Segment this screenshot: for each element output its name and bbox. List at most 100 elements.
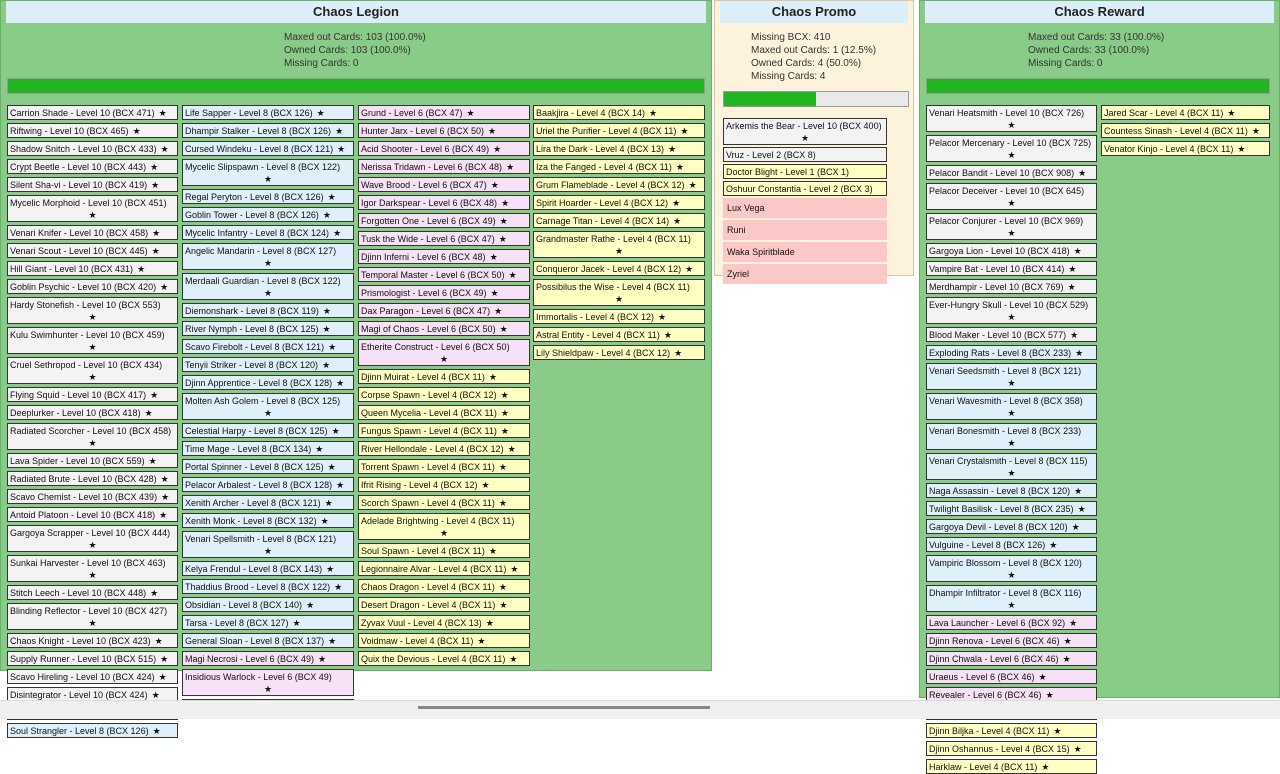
card-item[interactable]: General Sloan - Level 8 (BCX 137) ★ (182, 633, 354, 648)
card-item[interactable]: Venari Knifer - Level 10 (BCX 458) ★ (7, 225, 178, 240)
card-item[interactable]: Grum Flameblade - Level 4 (BCX 12) ★ (533, 177, 705, 192)
card-item[interactable]: Vruz - Level 2 (BCX 8) (723, 147, 887, 162)
card-item[interactable]: Uriel the Purifier - Level 4 (BCX 11) ★ (533, 123, 705, 138)
card-item[interactable]: Dax Paragon - Level 6 (BCX 47) ★ (358, 303, 530, 318)
card-item[interactable]: Corpse Spawn - Level 4 (BCX 12) ★ (358, 387, 530, 402)
card-item[interactable]: Venari Wavesmith - Level 8 (BCX 358) ★ (926, 393, 1097, 420)
card-item[interactable]: Merdaali Guardian - Level 8 (BCX 122) ★ (182, 273, 354, 300)
card-item[interactable]: Flying Squid - Level 10 (BCX 417) ★ (7, 387, 178, 402)
card-item[interactable]: Lira the Dark - Level 4 (BCX 13) ★ (533, 141, 705, 156)
card-item[interactable]: Magi Necrosi - Level 6 (BCX 49) ★ (182, 651, 354, 666)
card-item[interactable]: Hunter Jarx - Level 6 (BCX 50) ★ (358, 123, 530, 138)
card-item[interactable]: Angelic Mandarin - Level 8 (BCX 127) ★ (182, 243, 354, 270)
card-item[interactable]: Arkemis the Bear - Level 10 (BCX 400) ★ (723, 118, 887, 145)
card-item[interactable]: Uraeus - Level 6 (BCX 46) ★ (926, 669, 1097, 684)
card-item[interactable]: Quix the Devious - Level 4 (BCX 11) ★ (358, 651, 530, 666)
horizontal-scrollbar[interactable] (0, 700, 1280, 719)
card-item[interactable]: Djinn Biljka - Level 4 (BCX 11) ★ (926, 723, 1097, 738)
card-item[interactable]: Celestial Harpy - Level 8 (BCX 125) ★ (182, 423, 354, 438)
card-item[interactable]: Dhampir Stalker - Level 8 (BCX 126) ★ (182, 123, 354, 138)
card-item[interactable]: Tusk the Wide - Level 6 (BCX 47) ★ (358, 231, 530, 246)
card-item[interactable]: Forgotten One - Level 6 (BCX 49) ★ (358, 213, 530, 228)
card-item[interactable]: Mycelic Infantry - Level 8 (BCX 124) ★ (182, 225, 354, 240)
card-item[interactable]: Radiated Brute - Level 10 (BCX 428) ★ (7, 471, 178, 486)
card-item[interactable]: Djinn Muirat - Level 4 (BCX 11) ★ (358, 369, 530, 384)
card-item[interactable]: Acid Shooter - Level 6 (BCX 49) ★ (358, 141, 530, 156)
card-item[interactable]: Pelacor Arbalest - Level 8 (BCX 128) ★ (182, 477, 354, 492)
card-item[interactable]: Astral Entity - Level 4 (BCX 11) ★ (533, 327, 705, 342)
card-item[interactable]: Scavo Hireling - Level 10 (BCX 424) ★ (7, 669, 178, 684)
card-item[interactable]: Naga Assassin - Level 8 (BCX 120) ★ (926, 483, 1097, 498)
card-item[interactable]: Etherite Construct - Level 6 (BCX 50) ★ (358, 339, 530, 366)
card-item[interactable]: Scavo Chemist - Level 10 (BCX 439) ★ (7, 489, 178, 504)
card-item[interactable]: Scavo Firebolt - Level 8 (BCX 121) ★ (182, 339, 354, 354)
card-item[interactable]: Pelacor Bandit - Level 10 (BCX 908) ★ (926, 165, 1097, 180)
card-item[interactable]: Goblin Psychic - Level 10 (BCX 420) ★ (7, 279, 178, 294)
card-item[interactable]: Tarsa - Level 8 (BCX 127) ★ (182, 615, 354, 630)
card-item[interactable]: Djinn Apprentice - Level 8 (BCX 128) ★ (182, 375, 354, 390)
missing-card-item[interactable]: Runi (723, 220, 887, 240)
card-item[interactable]: Ever-Hungry Skull - Level 10 (BCX 529) ★ (926, 297, 1097, 324)
card-item[interactable]: Spirit Hoarder - Level 4 (BCX 12) ★ (533, 195, 705, 210)
card-item[interactable]: Djinn Oshannus - Level 4 (BCX 15) ★ (926, 741, 1097, 756)
card-item[interactable]: River Nymph - Level 8 (BCX 125) ★ (182, 321, 354, 336)
card-item[interactable]: Temporal Master - Level 6 (BCX 50) ★ (358, 267, 530, 282)
card-item[interactable]: Gargoya Scrapper - Level 10 (BCX 444) ★ (7, 525, 178, 552)
card-item[interactable]: Djinn Chwala - Level 6 (BCX 46) ★ (926, 651, 1097, 666)
card-item[interactable]: Soul Strangler - Level 8 (BCX 126) ★ (7, 723, 178, 738)
card-item[interactable]: Pelacor Mercenary - Level 10 (BCX 725) ★ (926, 135, 1097, 162)
card-item[interactable]: Gargoya Lion - Level 10 (BCX 418) ★ (926, 243, 1097, 258)
card-item[interactable]: Blood Maker - Level 10 (BCX 577) ★ (926, 327, 1097, 342)
card-item[interactable]: Shadow Snitch - Level 10 (BCX 433) ★ (7, 141, 178, 156)
card-item[interactable]: Djinn Renova - Level 6 (BCX 46) ★ (926, 633, 1097, 648)
card-item[interactable]: Supply Runner - Level 10 (BCX 515) ★ (7, 651, 178, 666)
card-item[interactable]: Venari Crystalsmith - Level 8 (BCX 115) ★ (926, 453, 1097, 480)
card-item[interactable]: Queen Mycelia - Level 4 (BCX 11) ★ (358, 405, 530, 420)
card-item[interactable]: Regal Peryton - Level 8 (BCX 126) ★ (182, 189, 354, 204)
card-item[interactable]: Zyvax Vuul - Level 4 (BCX 13) ★ (358, 615, 530, 630)
card-item[interactable]: Jared Scar - Level 4 (BCX 11) ★ (1101, 105, 1270, 120)
card-item[interactable]: Vampire Bat - Level 10 (BCX 414) ★ (926, 261, 1097, 276)
card-item[interactable]: Life Sapper - Level 8 (BCX 126) ★ (182, 105, 354, 120)
card-item[interactable]: Lava Spider - Level 10 (BCX 559) ★ (7, 453, 178, 468)
card-item[interactable]: Pelacor Deceiver - Level 10 (BCX 645) ★ (926, 183, 1097, 210)
card-item[interactable]: Sunkai Harvester - Level 10 (BCX 463) ★ (7, 555, 178, 582)
card-item[interactable]: Obsidian - Level 8 (BCX 140) ★ (182, 597, 354, 612)
card-item[interactable]: Vulguine - Level 8 (BCX 126) ★ (926, 537, 1097, 552)
card-item[interactable]: Immortalis - Level 4 (BCX 12) ★ (533, 309, 705, 324)
card-item[interactable]: Baakjira - Level 4 (BCX 14) ★ (533, 105, 705, 120)
card-item[interactable]: Igor Darkspear - Level 6 (BCX 48) ★ (358, 195, 530, 210)
card-item[interactable]: Mycelic Slipspawn - Level 8 (BCX 122) ★ (182, 159, 354, 186)
card-item[interactable]: Scorch Spawn - Level 4 (BCX 11) ★ (358, 495, 530, 510)
card-item[interactable]: Venari Scout - Level 10 (BCX 445) ★ (7, 243, 178, 258)
card-item[interactable]: Xenith Archer - Level 8 (BCX 121) ★ (182, 495, 354, 510)
card-item[interactable]: Legionnaire Alvar - Level 4 (BCX 11) ★ (358, 561, 530, 576)
card-item[interactable]: Nerissa Tridawn - Level 6 (BCX 48) ★ (358, 159, 530, 174)
card-item[interactable]: Radiated Scorcher - Level 10 (BCX 458) ★ (7, 423, 178, 450)
card-item[interactable]: Insidious Warlock - Level 6 (BCX 49) ★ (182, 669, 354, 696)
card-item[interactable]: Stitch Leech - Level 10 (BCX 448) ★ (7, 585, 178, 600)
card-item[interactable]: Time Mage - Level 8 (BCX 134) ★ (182, 441, 354, 456)
card-item[interactable]: Merdhampir - Level 10 (BCX 769) ★ (926, 279, 1097, 294)
card-item[interactable]: Venari Spellsmith - Level 8 (BCX 121) ★ (182, 531, 354, 558)
card-item[interactable]: Countess Sinash - Level 4 (BCX 11) ★ (1101, 123, 1270, 138)
card-item[interactable]: River Hellondale - Level 4 (BCX 12) ★ (358, 441, 530, 456)
card-item[interactable]: Voidmaw - Level 4 (BCX 11) ★ (358, 633, 530, 648)
card-item[interactable]: Vampiric Blossom - Level 8 (BCX 120) ★ (926, 555, 1097, 582)
card-item[interactable]: Hill Giant - Level 10 (BCX 431) ★ (7, 261, 178, 276)
card-item[interactable]: Conqueror Jacek - Level 4 (BCX 12) ★ (533, 261, 705, 276)
card-item[interactable]: Prismologist - Level 6 (BCX 49) ★ (358, 285, 530, 300)
card-item[interactable]: Xenith Monk - Level 8 (BCX 132) ★ (182, 513, 354, 528)
card-item[interactable]: Fungus Spawn - Level 4 (BCX 11) ★ (358, 423, 530, 438)
card-item[interactable]: Exploding Rats - Level 8 (BCX 233) ★ (926, 345, 1097, 360)
card-item[interactable]: Wave Brood - Level 6 (BCX 47) ★ (358, 177, 530, 192)
card-item[interactable]: Goblin Tower - Level 8 (BCX 126) ★ (182, 207, 354, 222)
card-item[interactable]: Chaos Dragon - Level 4 (BCX 11) ★ (358, 579, 530, 594)
card-item[interactable]: Oshuur Constantia - Level 2 (BCX 3) (723, 181, 887, 196)
card-item[interactable]: Lily Shieldpaw - Level 4 (BCX 12) ★ (533, 345, 705, 360)
card-item[interactable]: Pelacor Conjurer - Level 10 (BCX 969) ★ (926, 213, 1097, 240)
missing-card-item[interactable]: Zyriel (723, 264, 887, 284)
card-item[interactable]: Ifrit Rising - Level 4 (BCX 12) ★ (358, 477, 530, 492)
card-item[interactable]: Harklaw - Level 4 (BCX 11) ★ (926, 759, 1097, 774)
card-item[interactable]: Kulu Swimhunter - Level 10 (BCX 459) ★ (7, 327, 178, 354)
